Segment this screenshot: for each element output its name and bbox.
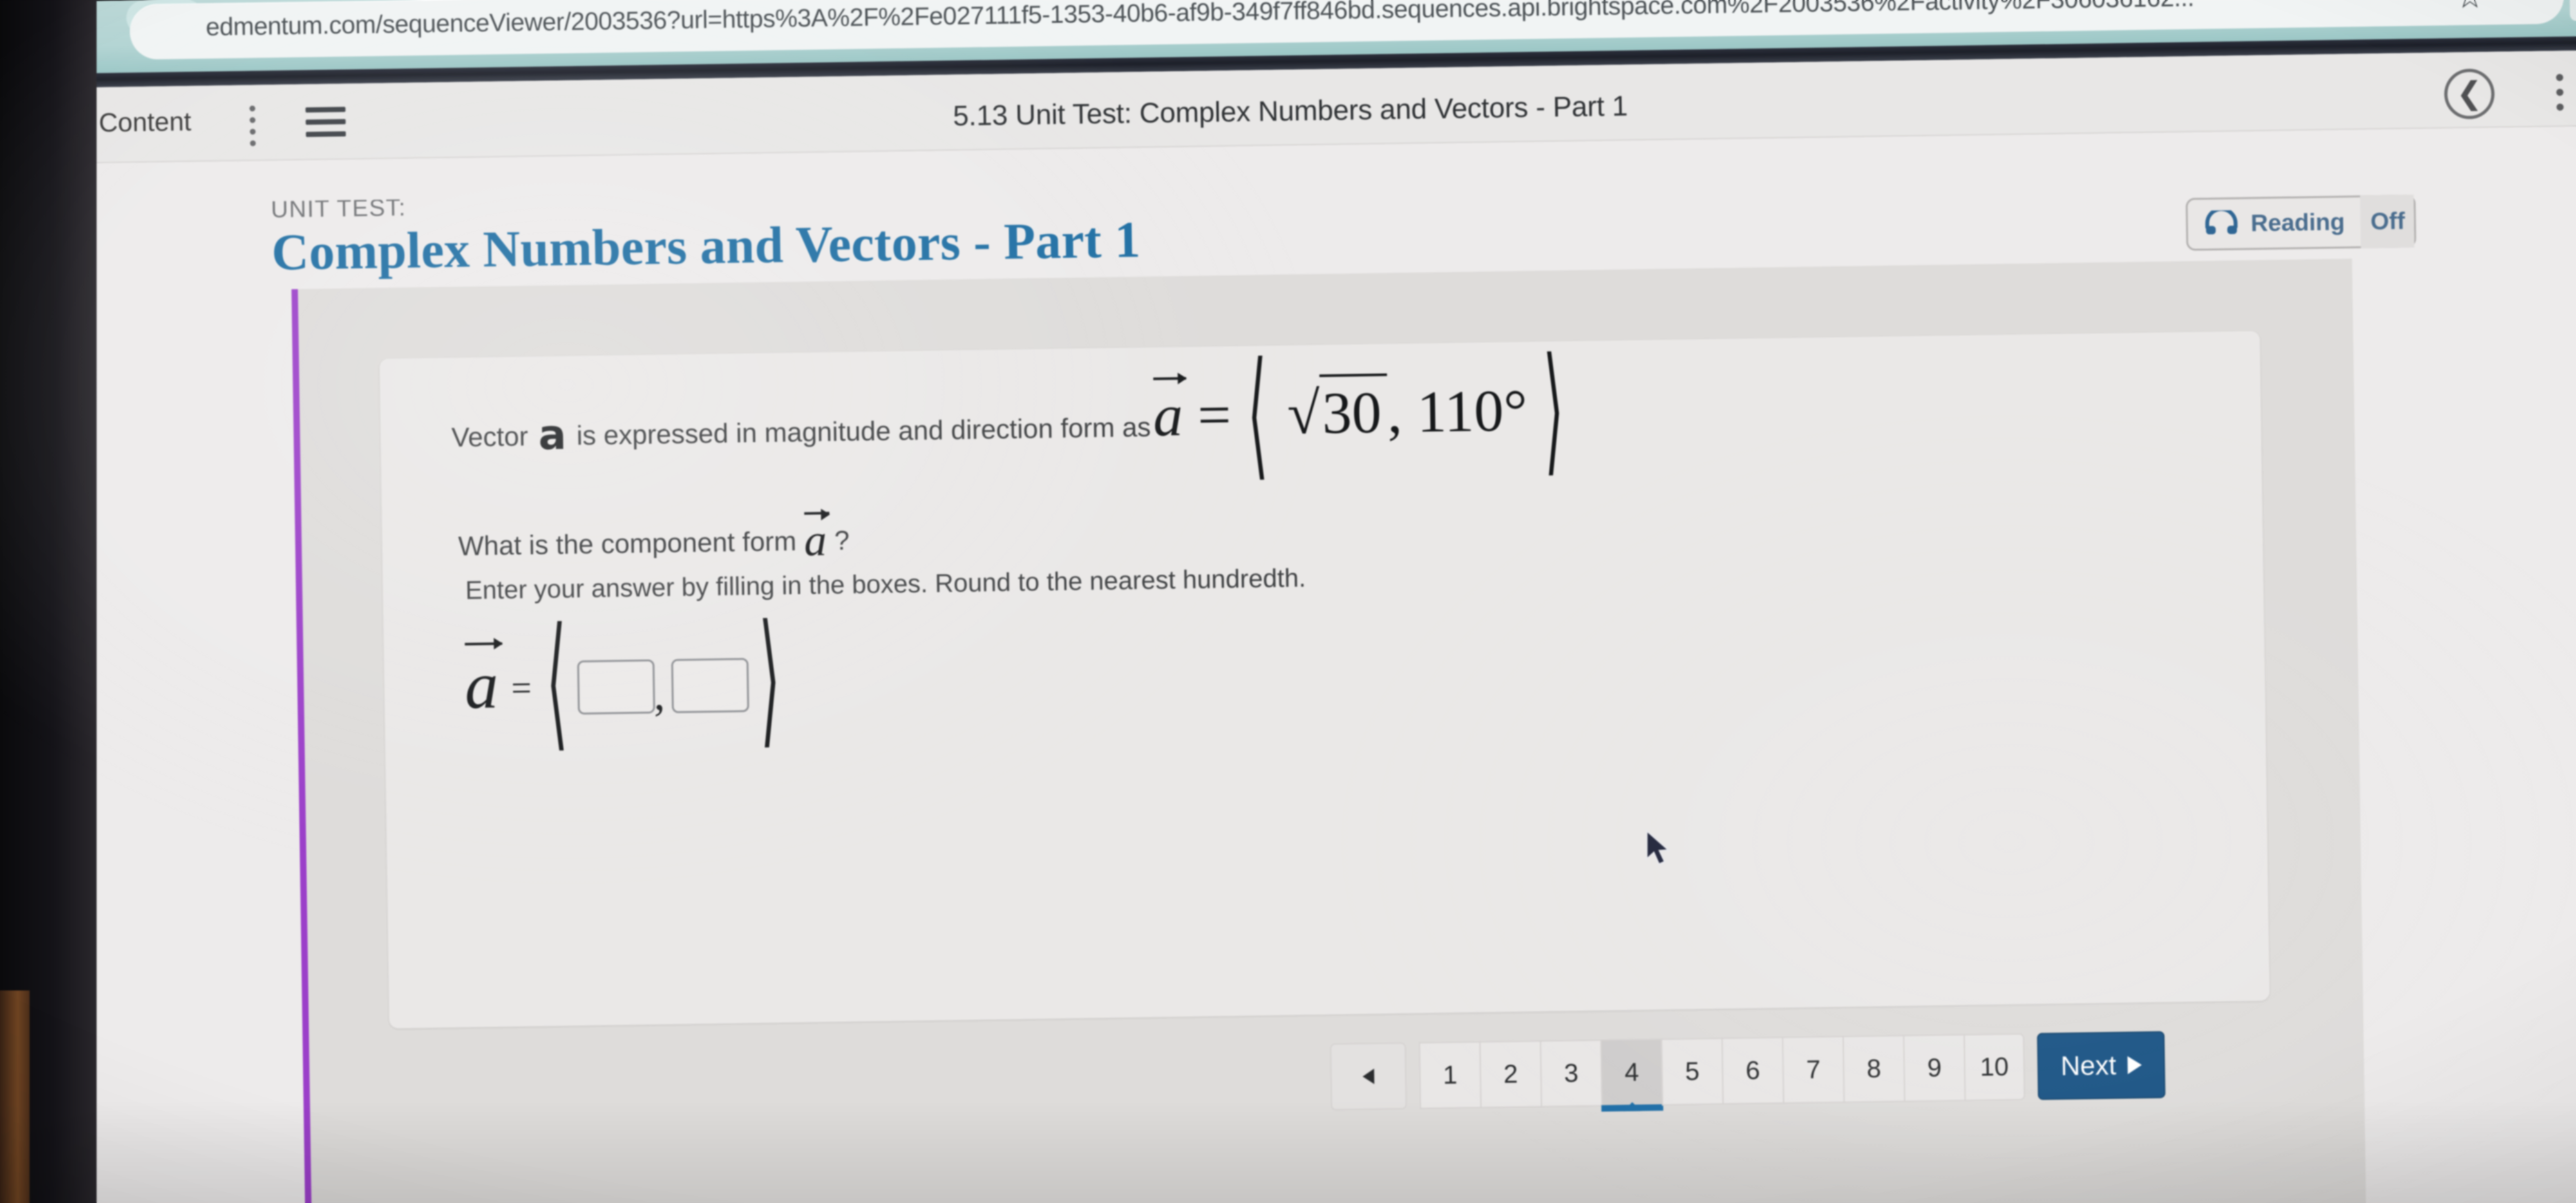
extensions-button[interactable]: [2569, 0, 2576, 21]
answer-input-x[interactable]: [577, 659, 656, 715]
pagination-page-4-label: 4: [1624, 1057, 1640, 1087]
pagination-prev-button[interactable]: [1330, 1042, 1407, 1111]
equals-sign: =: [1197, 381, 1232, 448]
triangle-right-icon: [2127, 1056, 2143, 1074]
pagination-page-2[interactable]: 2: [1479, 1040, 1541, 1108]
page-body: UNIT TEST: Complex Numbers and Vectors -…: [0, 126, 2576, 1203]
question-stem-suffix: is expressed in magnitude and direction …: [576, 412, 1151, 451]
angle-bracket-open: ⟨: [1246, 332, 1269, 495]
answer-comma: ,: [653, 670, 666, 720]
pagination-page-9[interactable]: 9: [1903, 1034, 1965, 1103]
pagination-page-5[interactable]: 5: [1661, 1037, 1723, 1106]
question-math-expression: a = ⟨ √30 , 110° ⟩: [1153, 328, 1566, 495]
square-root: √30: [1283, 374, 1388, 448]
triangle-left-icon: [1362, 1068, 1375, 1085]
pagination-bar: 1 2 3 4 5 6 7 8 9 10 Next: [1330, 1031, 2166, 1112]
eyebrow-label: UNIT TEST:: [270, 194, 407, 223]
next-button[interactable]: Next: [2036, 1031, 2166, 1101]
tab-chevron-icon[interactable]: ▾: [55, 0, 70, 32]
vector-a-arrow: a: [1153, 375, 1184, 450]
answer-input-row: a = ⟨ , ⟩: [464, 593, 782, 766]
reading-label: Reading: [2250, 208, 2345, 236]
math-comma: ,: [1387, 379, 1403, 446]
pagination-page-10[interactable]: 10: [1964, 1033, 2025, 1101]
vector-a-arrow-answer: a: [464, 640, 499, 724]
next-button-label: Next: [2060, 1050, 2117, 1081]
vector-a-arrow-ask: a: [804, 511, 827, 567]
answer-bracket-open: ⟨: [545, 596, 568, 766]
screen-photo: ▾ edmentum.com/sequenceViewer/2003536?ur…: [0, 0, 2576, 1203]
reading-toggle-button[interactable]: Reading Off: [2185, 194, 2416, 251]
circle-chevron-left-icon[interactable]: ❮: [2443, 68, 2496, 120]
pagination-page-4-current[interactable]: 4: [1600, 1038, 1662, 1112]
angle-bracket-close: ⟩: [1542, 328, 1565, 491]
answer-equals-sign: =: [511, 668, 532, 708]
reading-state: Off: [2360, 194, 2414, 249]
appbar-kebab-icon[interactable]: [2555, 73, 2564, 111]
radicand: 30: [1319, 374, 1388, 448]
answer-bracket-close: ⟩: [758, 593, 781, 763]
question-ask-prefix: What is the component form: [458, 526, 797, 562]
page-title: Complex Numbers and Vectors - Part 1: [271, 211, 1141, 281]
pagination-page-1[interactable]: 1: [1419, 1041, 1481, 1110]
question-instruction: Enter your answer by filling in the boxe…: [465, 564, 1306, 605]
address-bar-url: edmentum.com/sequenceViewer/2003536?url=…: [205, 0, 2195, 42]
desk-edge: [0, 990, 30, 1203]
question-ask-suffix: ?: [834, 525, 850, 556]
question-ask: What is the component form a ?: [458, 505, 850, 567]
pagination-page-7[interactable]: 7: [1782, 1036, 1844, 1104]
question-stem-prefix: Vector: [451, 421, 529, 453]
headphones-icon: [2204, 207, 2239, 238]
direction-angle: 110°: [1416, 377, 1528, 445]
current-page-caret-icon: [1623, 1102, 1642, 1112]
screen-surface: ▾ edmentum.com/sequenceViewer/2003536?ur…: [0, 0, 2576, 1203]
question-stem: Vector a is expressed in magnitude and d…: [451, 411, 1151, 460]
question-panel: Vector a is expressed in magnitude and d…: [379, 328, 2270, 1028]
radical-sign: √: [1287, 380, 1321, 447]
pagination-page-6[interactable]: 6: [1721, 1036, 1783, 1105]
answer-input-y[interactable]: [670, 658, 749, 714]
pagination-page-3[interactable]: 3: [1540, 1039, 1602, 1108]
pagination-page-8[interactable]: 8: [1842, 1035, 1904, 1103]
vector-a-bold: a: [538, 411, 567, 460]
star-icon[interactable]: ☆: [2453, 0, 2487, 15]
